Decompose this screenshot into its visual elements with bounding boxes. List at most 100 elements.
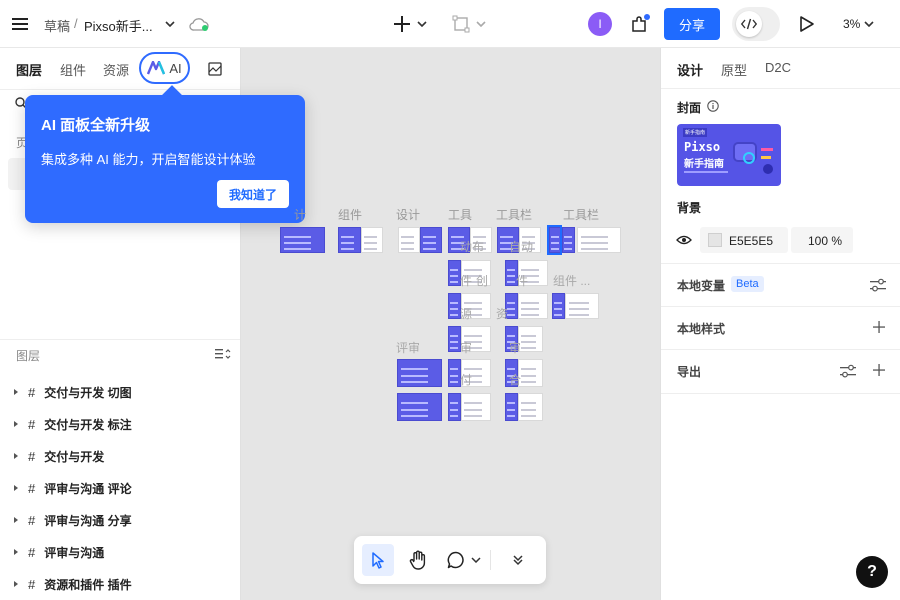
cover-shape bbox=[761, 148, 773, 151]
cover-shape bbox=[743, 152, 755, 164]
bg-color-swatch[interactable] bbox=[708, 233, 722, 247]
user-avatar[interactable]: I bbox=[588, 12, 612, 36]
canvas-frame-thumbnail[interactable] bbox=[577, 227, 621, 253]
frame-content-line bbox=[553, 301, 562, 304]
chevron-down-icon[interactable] bbox=[163, 17, 177, 31]
expand-arrow-icon[interactable] bbox=[14, 389, 18, 395]
frame-content-line bbox=[464, 415, 483, 417]
tab-d2c[interactable]: D2C bbox=[765, 60, 791, 75]
move-tool-icon[interactable] bbox=[362, 544, 394, 576]
export-label: 导出 bbox=[677, 365, 702, 379]
expand-arrow-icon[interactable] bbox=[14, 421, 18, 427]
canvas-frame-thumbnail[interactable] bbox=[280, 227, 325, 253]
dev-mode-toggle[interactable] bbox=[732, 7, 780, 41]
frame-content-line bbox=[284, 242, 312, 245]
canvas-frame-thumbnail[interactable] bbox=[361, 227, 383, 253]
layer-item[interactable]: # 评审与沟通 bbox=[0, 536, 240, 568]
collapse-layers-icon[interactable] bbox=[215, 347, 231, 361]
expand-arrow-icon[interactable] bbox=[14, 485, 18, 491]
tab-components[interactable]: 组件 bbox=[60, 60, 86, 79]
frame-chevron-down-icon[interactable] bbox=[474, 18, 488, 30]
tab-assets[interactable]: 资源 bbox=[103, 60, 129, 79]
library-icon[interactable] bbox=[206, 60, 224, 78]
bg-color-field[interactable]: E5E5E5 bbox=[700, 227, 788, 253]
bg-hex-value[interactable]: E5E5E5 bbox=[729, 234, 773, 248]
frame-content-line bbox=[520, 409, 536, 412]
layer-item[interactable]: # 评审与沟通 评论 bbox=[0, 472, 240, 504]
variables-settings-icon[interactable] bbox=[870, 277, 886, 293]
canvas-frame-thumbnail[interactable] bbox=[397, 359, 442, 387]
frame-content-line bbox=[506, 313, 515, 316]
tab-prototype[interactable]: 原型 bbox=[721, 60, 747, 79]
hand-tool-icon[interactable] bbox=[402, 544, 434, 576]
canvas-frame-thumbnail[interactable] bbox=[518, 326, 543, 352]
expand-arrow-icon[interactable] bbox=[14, 517, 18, 523]
canvas-frame-thumbnail[interactable] bbox=[420, 227, 442, 253]
expand-arrow-icon[interactable] bbox=[14, 581, 18, 587]
frame-content-line bbox=[400, 247, 414, 250]
export-settings-icon[interactable] bbox=[840, 363, 856, 379]
frame-content-line bbox=[422, 247, 436, 250]
layer-item[interactable]: # 评审与沟通 分享 bbox=[0, 504, 240, 536]
insert-chevron-down-icon[interactable] bbox=[415, 18, 429, 30]
canvas-frame-thumbnail[interactable] bbox=[562, 227, 575, 253]
frame-content-line bbox=[506, 409, 515, 412]
bg-opacity-value[interactable]: 100 % bbox=[808, 234, 842, 248]
insert-plus-icon[interactable] bbox=[392, 14, 412, 34]
breadcrumb-drafts[interactable]: 草稿 bbox=[44, 16, 70, 35]
tab-ai[interactable]: AI bbox=[139, 52, 190, 84]
comment-chevron-down-icon[interactable] bbox=[470, 554, 482, 566]
layer-item[interactable]: # 资源和插件 插件 bbox=[0, 568, 240, 600]
top-toolbar: 草稿 / Pixso新手... I 分享 3% bbox=[0, 0, 900, 48]
expand-arrow-icon[interactable] bbox=[14, 549, 18, 555]
zoom-level[interactable]: 3% bbox=[843, 17, 860, 31]
layer-item[interactable]: # 交付与开发 bbox=[0, 440, 240, 472]
canvas-frame-thumbnail[interactable] bbox=[565, 293, 599, 319]
canvas[interactable]: 计组件 设计 工具 工具栏 工具栏 动布 自动 组件 ... 件创件评审审审付合源资 bbox=[241, 48, 660, 600]
frame-content-line bbox=[521, 268, 540, 271]
eye-icon[interactable] bbox=[675, 233, 693, 247]
canvas-frame-thumbnail[interactable] bbox=[338, 227, 361, 253]
layer-item[interactable]: # 交付与开发 标注 bbox=[0, 408, 240, 440]
divider bbox=[0, 339, 240, 340]
add-style-icon[interactable] bbox=[872, 320, 886, 334]
layer-item[interactable]: # 交付与开发 切图 bbox=[0, 376, 240, 408]
help-button[interactable]: ? bbox=[856, 556, 888, 588]
file-name[interactable]: Pixso新手... bbox=[84, 16, 153, 35]
more-tools-icon[interactable] bbox=[502, 544, 534, 576]
canvas-frame-thumbnail[interactable] bbox=[552, 293, 565, 319]
canvas-frame-thumbnail[interactable] bbox=[518, 393, 543, 421]
canvas-overlay-label: 件 bbox=[460, 274, 473, 288]
frame-content-line bbox=[340, 247, 355, 250]
frame-content-line bbox=[563, 235, 572, 238]
menu-icon[interactable] bbox=[10, 14, 30, 34]
cover-thumbnail[interactable]: 新手指南 Pixso 新手指南 bbox=[677, 124, 781, 186]
plugin-icon[interactable] bbox=[628, 12, 652, 36]
add-export-icon[interactable] bbox=[872, 363, 886, 377]
bg-opacity-field[interactable]: 100 % bbox=[791, 227, 853, 253]
tab-layers[interactable]: 图层 bbox=[16, 60, 42, 79]
cover-shape bbox=[761, 156, 771, 159]
canvas-frame-thumbnail[interactable] bbox=[461, 393, 491, 421]
canvas-frame-thumbnail[interactable] bbox=[518, 359, 543, 387]
frame-content-line bbox=[464, 409, 483, 412]
share-button[interactable]: 分享 bbox=[664, 8, 720, 40]
canvas-frame-thumbnail[interactable] bbox=[448, 393, 461, 421]
frame-content-line bbox=[506, 334, 515, 337]
layer-label: 资源和插件 插件 bbox=[44, 577, 132, 592]
zoom-chevron-down-icon[interactable] bbox=[863, 18, 875, 30]
divider bbox=[661, 88, 900, 89]
info-icon[interactable] bbox=[706, 99, 720, 113]
expand-arrow-icon[interactable] bbox=[14, 453, 18, 459]
layer-label: 交付与开发 bbox=[44, 449, 105, 464]
play-prototype-icon[interactable] bbox=[796, 13, 818, 35]
tab-design[interactable]: 设计 bbox=[677, 60, 703, 79]
canvas-frame-thumbnail[interactable] bbox=[398, 227, 420, 253]
canvas-frame-thumbnail[interactable] bbox=[518, 293, 548, 319]
frame-content-line bbox=[401, 402, 429, 405]
canvas-frame-thumbnail[interactable] bbox=[397, 393, 442, 421]
frame-tool-icon[interactable] bbox=[450, 13, 472, 35]
frame-icon: # bbox=[28, 576, 36, 592]
canvas-frame-thumbnail[interactable] bbox=[505, 393, 518, 421]
comment-tool-icon[interactable] bbox=[442, 544, 470, 576]
